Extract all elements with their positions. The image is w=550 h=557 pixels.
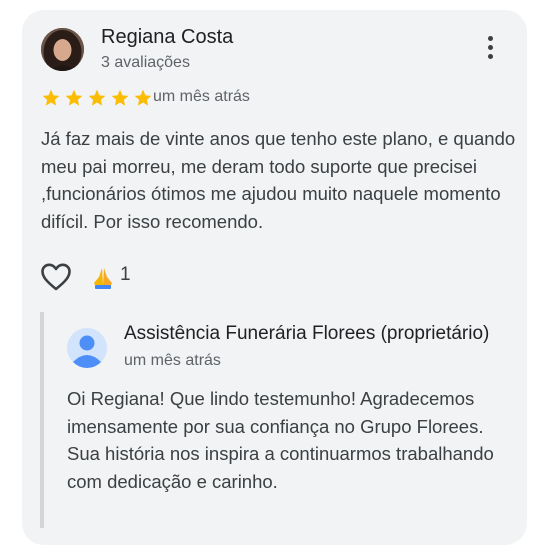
review-card: Regiana Costa 3 avaliações um mês atrás … [22,10,527,545]
rating-stars [40,88,154,108]
owner-avatar-icon[interactable] [67,328,107,368]
reply-date: um mês atrás [124,352,221,369]
star-icon [88,89,106,106]
reply-text: Oi Regiana! Que lindo testemunho! Agrade… [67,388,494,492]
star-icon [65,89,83,106]
reply-divider [40,312,44,528]
heart-icon[interactable] [40,262,72,292]
owner-name[interactable]: Assistência Funerária Florees (proprietá… [124,323,489,345]
star-icon [42,89,60,106]
author-avatar[interactable] [41,28,84,71]
review-text: Já faz mais de vinte anos que tenho este… [41,128,516,232]
author-name[interactable]: Regiana Costa [101,26,233,49]
more-options-icon[interactable] [484,36,496,64]
reaction-count: 1 [120,264,131,285]
star-icon [111,89,129,106]
review-date: um mês atrás [153,88,250,105]
author-reviews-count: 3 avaliações [101,54,190,71]
star-icon [134,89,152,106]
folded-hands-emoji-icon[interactable] [92,265,114,289]
